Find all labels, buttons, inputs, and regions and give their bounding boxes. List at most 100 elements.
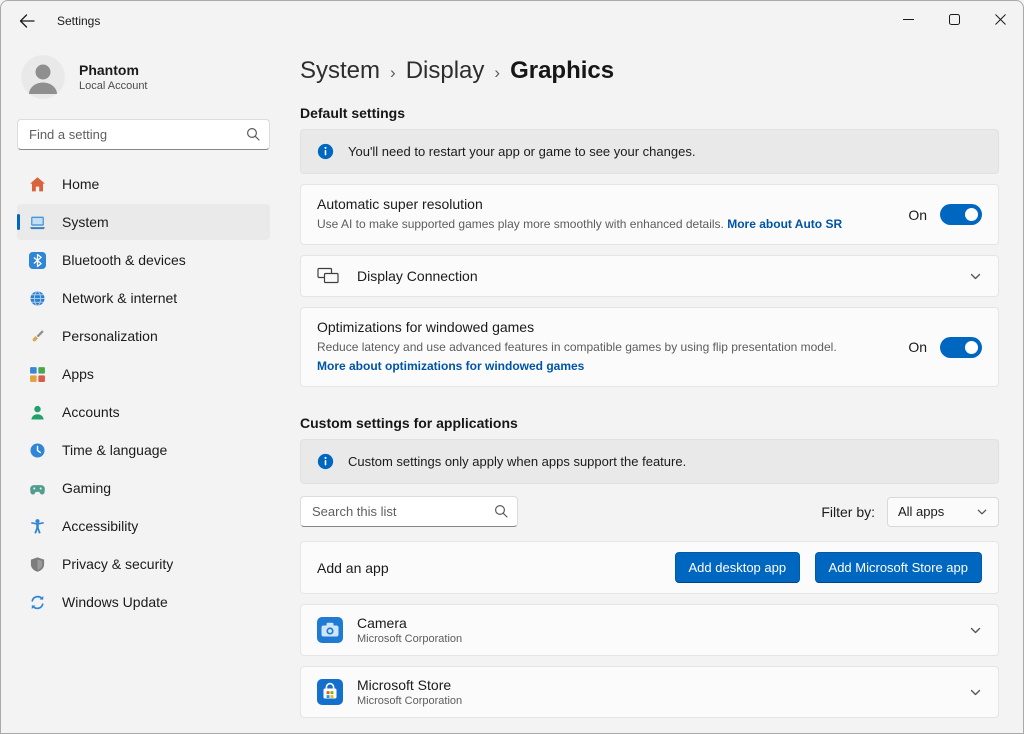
add-desktop-app-button[interactable]: Add desktop app — [675, 552, 801, 583]
sidebar-nav: Home System Bluetooth & devices Network … — [1, 166, 286, 620]
windowed-games-toggle-state: On — [908, 339, 927, 355]
app-name: Microsoft Store — [357, 677, 462, 693]
user-name: Phantom — [79, 62, 148, 78]
breadcrumb-separator: › — [390, 63, 396, 83]
window-title: Settings — [57, 14, 100, 28]
avatar — [21, 55, 65, 99]
user-account-block[interactable]: Phantom Local Account — [1, 45, 286, 109]
list-search — [300, 496, 518, 527]
game-controller-icon — [29, 480, 46, 497]
auto-sr-toggle-wrap: On — [892, 204, 982, 225]
sidebar-item-system[interactable]: System — [17, 204, 270, 240]
close-button[interactable] — [977, 1, 1023, 37]
minimize-icon — [903, 14, 914, 25]
app-publisher: Microsoft Corporation — [357, 633, 462, 645]
sidebar-item-bluetooth-devices[interactable]: Bluetooth & devices — [17, 242, 270, 278]
apps-grid-icon — [29, 366, 46, 383]
sidebar-item-label: Privacy & security — [62, 556, 173, 572]
sidebar-item-label: Bluetooth & devices — [62, 252, 186, 268]
chevron-down-icon — [976, 506, 988, 518]
default-settings-header: Default settings — [300, 105, 999, 121]
windowed-games-learn-more-link[interactable]: More about optimizations for windowed ga… — [317, 359, 584, 373]
sidebar-item-label: System — [62, 214, 109, 230]
chevron-down-icon[interactable] — [969, 270, 982, 283]
add-store-app-button[interactable]: Add Microsoft Store app — [815, 552, 982, 583]
auto-sr-text: Automatic super resolution Use AI to mak… — [317, 196, 842, 233]
sidebar-item-accessibility[interactable]: Accessibility — [17, 508, 270, 544]
bluetooth-icon — [29, 252, 46, 269]
windowed-games-card: Optimizations for windowed games Reduce … — [300, 307, 999, 387]
settings-window: Settings Phantom Local Account — [0, 0, 1024, 734]
minimize-button[interactable] — [885, 1, 931, 37]
titlebar: Settings — [1, 1, 1023, 41]
info-icon — [317, 143, 334, 160]
custom-settings-header: Custom settings for applications — [300, 415, 999, 431]
windowed-games-description: Reduce latency and use advanced features… — [317, 338, 837, 356]
window-controls — [885, 1, 1023, 37]
breadcrumb: System › Display › Graphics — [300, 53, 999, 85]
sidebar-item-accounts[interactable]: Accounts — [17, 394, 270, 430]
auto-sr-learn-more-link[interactable]: More about Auto SR — [727, 217, 842, 231]
chevron-down-icon[interactable] — [969, 686, 982, 699]
info-icon — [317, 453, 334, 470]
sidebar-item-label: Home — [62, 176, 99, 192]
windowed-games-text: Optimizations for windowed games Reduce … — [317, 319, 837, 375]
sidebar-item-personalization[interactable]: Personalization — [17, 318, 270, 354]
windowed-games-title: Optimizations for windowed games — [317, 319, 837, 335]
sidebar-item-label: Accounts — [62, 404, 120, 420]
sidebar-item-label: Network & internet — [62, 290, 177, 306]
breadcrumb-separator: › — [494, 63, 500, 83]
sidebar-item-privacy-security[interactable]: Privacy & security — [17, 546, 270, 582]
settings-search — [17, 119, 270, 150]
auto-sr-title: Automatic super resolution — [317, 196, 842, 212]
sidebar-item-label: Personalization — [62, 328, 158, 344]
app-row-camera[interactable]: Camera Microsoft Corporation — [300, 604, 999, 656]
camera-app-icon — [317, 617, 343, 643]
display-connection-title: Display Connection — [357, 268, 478, 284]
maximize-icon — [949, 14, 960, 25]
maximize-button[interactable] — [931, 1, 977, 37]
sidebar-item-label: Apps — [62, 366, 94, 382]
globe-icon — [29, 290, 46, 307]
add-app-buttons: Add desktop app Add Microsoft Store app — [675, 552, 983, 583]
microsoft-store-app-icon — [317, 679, 343, 705]
find-a-setting-input[interactable] — [17, 119, 270, 150]
add-app-card: Add an app Add desktop app Add Microsoft… — [300, 541, 999, 594]
search-list-input[interactable] — [300, 496, 518, 527]
sidebar-item-gaming[interactable]: Gaming — [17, 470, 270, 506]
system-icon — [29, 214, 46, 231]
app-row-microsoft-store[interactable]: Microsoft Store Microsoft Corporation — [300, 666, 999, 718]
auto-sr-card: Automatic super resolution Use AI to mak… — [300, 184, 999, 245]
main-content: System › Display › Graphics Default sett… — [286, 41, 1023, 733]
search-icon — [494, 504, 508, 518]
app-info: Camera Microsoft Corporation — [357, 615, 462, 645]
breadcrumb-system[interactable]: System — [300, 57, 380, 85]
sidebar-item-label: Gaming — [62, 480, 111, 496]
sidebar-item-apps[interactable]: Apps — [17, 356, 270, 392]
back-arrow-icon — [19, 13, 35, 29]
auto-sr-description: Use AI to make supported games play more… — [317, 217, 724, 231]
custom-settings-notice-text: Custom settings only apply when apps sup… — [348, 454, 686, 469]
filter-dropdown[interactable]: All apps — [887, 497, 999, 527]
list-controls-row: Filter by: All apps — [300, 496, 999, 527]
auto-sr-toggle[interactable] — [940, 204, 982, 225]
restart-notice-text: You'll need to restart your app or game … — [348, 144, 695, 159]
sidebar-item-time-language[interactable]: Time & language — [17, 432, 270, 468]
sidebar-item-network-internet[interactable]: Network & internet — [17, 280, 270, 316]
home-icon — [29, 176, 46, 193]
app-name: Camera — [357, 615, 462, 631]
windowed-games-toggle-wrap: On — [892, 337, 982, 358]
display-connection-icon — [317, 267, 339, 285]
restart-notice-banner: You'll need to restart your app or game … — [300, 129, 999, 174]
windowed-games-toggle[interactable] — [940, 337, 982, 358]
shield-icon — [29, 556, 46, 573]
breadcrumb-display[interactable]: Display — [406, 57, 485, 85]
sidebar: Phantom Local Account Home System — [1, 41, 286, 733]
display-connection-card[interactable]: Display Connection — [300, 255, 999, 297]
sidebar-item-home[interactable]: Home — [17, 166, 270, 202]
back-button[interactable] — [9, 6, 45, 36]
sidebar-item-windows-update[interactable]: Windows Update — [17, 584, 270, 620]
close-icon — [995, 14, 1006, 25]
page-title: Graphics — [510, 57, 614, 85]
chevron-down-icon[interactable] — [969, 624, 982, 637]
